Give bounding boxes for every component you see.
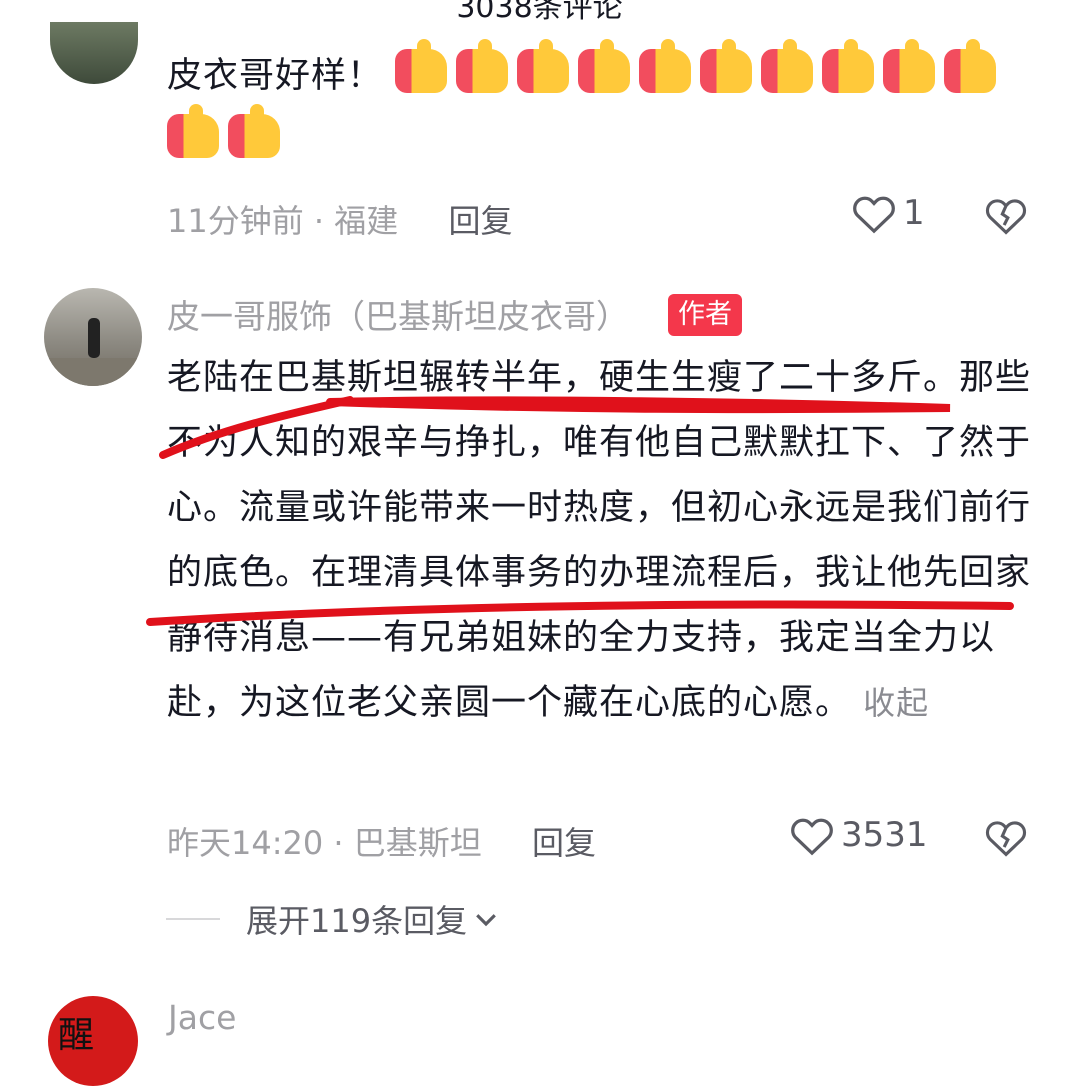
divider-line [166, 918, 220, 920]
thumbs-up-emoji [944, 39, 997, 93]
comment-text: 皮衣哥好样！ [167, 39, 1037, 174]
thumbs-up-emoji [228, 104, 280, 158]
comment-location: 福建 [334, 202, 399, 240]
author-name[interactable]: Jace [168, 998, 236, 1037]
reply-button[interactable]: 回复 [448, 202, 512, 240]
author-name[interactable]: 皮一哥服饰（巴基斯坦皮衣哥） [167, 290, 629, 338]
avatar[interactable]: 醒 [48, 996, 138, 1086]
chevron-down-icon [476, 914, 496, 927]
like-button[interactable]: 1 [851, 192, 925, 234]
like-button[interactable]: 3531 [789, 814, 928, 856]
thumbs-up-emoji [822, 39, 875, 93]
comment-meta: 昨天14:20 · 巴基斯坦 回复 [167, 824, 596, 862]
dislike-button[interactable] [984, 816, 1028, 862]
comment-meta: 11分钟前 · 福建 回复 [167, 202, 513, 240]
dislike-button[interactable] [984, 194, 1028, 240]
like-count: 1 [903, 193, 925, 233]
thumbs-up-emoji [167, 104, 219, 158]
expand-replies-button[interactable]: 展开119条回复 [166, 896, 501, 942]
thumbs-up-emoji [395, 39, 448, 93]
broken-heart-icon [985, 199, 1027, 235]
comment-time: 昨天14:20 [167, 824, 324, 862]
like-count: 3531 [841, 815, 928, 855]
heart-icon [853, 196, 895, 234]
author-avatar[interactable] [44, 288, 142, 386]
thumbs-up-emoji [883, 39, 936, 93]
comments-count-title: 3038条评论 [456, 0, 623, 25]
comment-location: 巴基斯坦 [353, 824, 482, 862]
thumbs-up-emoji [517, 39, 570, 93]
collapse-button[interactable]: 收起 [863, 684, 929, 722]
author-badge: 作者 [668, 294, 742, 336]
thumbs-up-emoji [761, 39, 814, 93]
heart-icon [791, 818, 833, 856]
thumbs-up-emoji [578, 39, 631, 93]
thumbs-up-emoji [639, 39, 692, 93]
comment-time: 11分钟前 [167, 202, 304, 240]
avatar[interactable] [50, 22, 138, 84]
thumbs-up-emoji [700, 39, 753, 93]
broken-heart-icon [985, 821, 1027, 857]
reply-button[interactable]: 回复 [532, 824, 596, 862]
thumbs-up-emoji [456, 39, 509, 93]
comment-text: 老陆在巴基斯坦辗转半年，硬生生瘦了二十多斤。那些不为人知的艰辛与挣扎，唯有他自己… [167, 358, 1032, 723]
